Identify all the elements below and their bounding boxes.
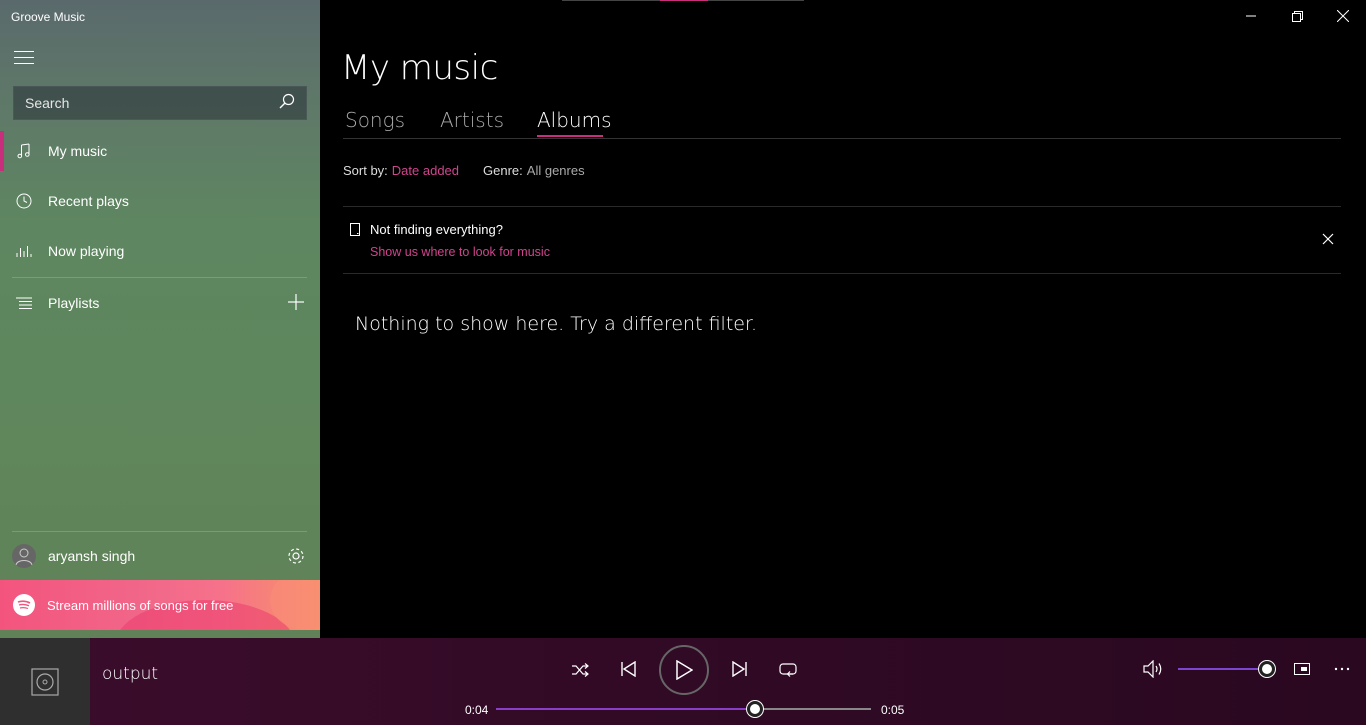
- time-elapsed: 0:04: [465, 703, 489, 717]
- sidebar-item-label: Recent plays: [48, 193, 129, 209]
- gear-icon[interactable]: [286, 546, 306, 566]
- volume-button[interactable]: [1141, 657, 1167, 681]
- spotify-icon: [13, 594, 35, 616]
- minimize-button[interactable]: [1228, 0, 1274, 32]
- close-icon: [1337, 10, 1349, 22]
- tab-artists[interactable]: Artists: [440, 108, 504, 132]
- device-icon: [350, 223, 360, 236]
- volume-thumb[interactable]: [1259, 661, 1275, 677]
- notice-title: Not finding everything?: [370, 222, 503, 237]
- sidebar-divider: [12, 277, 307, 278]
- sidebar-item-label: Playlists: [48, 295, 100, 311]
- sort-dropdown[interactable]: Date added: [392, 163, 459, 178]
- sidebar-item-label: Now playing: [48, 243, 125, 259]
- play-icon: [676, 660, 693, 680]
- previous-button[interactable]: [616, 657, 640, 681]
- shuffle-icon: [572, 663, 589, 677]
- equalizer-icon: [0, 244, 48, 258]
- more-options-button[interactable]: [1330, 658, 1354, 680]
- user-name: aryansh singh: [48, 548, 136, 564]
- avatar: [12, 544, 36, 568]
- page-title: My music: [341, 48, 498, 88]
- notice-divider: [343, 273, 1341, 274]
- repeat-button[interactable]: [776, 657, 800, 681]
- search-input[interactable]: [25, 95, 279, 111]
- tab-songs[interactable]: Songs: [345, 108, 405, 132]
- music-note-icon: [0, 143, 48, 159]
- close-window-button[interactable]: [1320, 0, 1366, 32]
- app-title: Groove Music: [11, 10, 86, 24]
- album-art-placeholder[interactable]: [0, 638, 90, 725]
- more-icon: [1334, 667, 1350, 671]
- sidebar-item-recent-plays[interactable]: Recent plays: [0, 177, 320, 225]
- speaker-icon: [1143, 660, 1162, 678]
- mini-player-icon: [1294, 663, 1310, 675]
- next-button[interactable]: [728, 657, 752, 681]
- repeat-icon: [779, 663, 797, 677]
- track-title[interactable]: output: [102, 664, 158, 684]
- notice-divider: [343, 206, 1341, 207]
- minimize-icon: [1246, 15, 1256, 17]
- volume-slider[interactable]: [1178, 661, 1275, 677]
- spotify-promo-label: Stream millions of songs for free: [47, 597, 234, 613]
- notice-link[interactable]: Show us where to look for music: [370, 245, 550, 259]
- play-button[interactable]: [659, 645, 709, 695]
- album-icon: [31, 667, 59, 696]
- sidebar-item-now-playing[interactable]: Now playing: [0, 227, 320, 275]
- close-notice-icon[interactable]: [1320, 231, 1336, 247]
- empty-state-message: Nothing to show here. Try a different fi…: [355, 313, 758, 335]
- sidebar: Groove Music My music Recent plays Now p…: [0, 0, 320, 638]
- genre-dropdown[interactable]: All genres: [527, 163, 585, 178]
- tabs-divider: [343, 138, 1341, 139]
- next-icon: [732, 661, 747, 677]
- user-account[interactable]: aryansh singh: [0, 532, 320, 580]
- tab-active-indicator: [537, 135, 603, 137]
- sidebar-item-label: My music: [48, 143, 108, 159]
- volume-fill: [1178, 668, 1267, 670]
- sidebar-item-my-music[interactable]: My music: [0, 127, 320, 175]
- spotify-promo-banner[interactable]: Stream millions of songs for free: [0, 580, 320, 630]
- clock-icon: [0, 193, 48, 209]
- mini-player-button[interactable]: [1290, 658, 1314, 680]
- loading-indicator-accent: [660, 0, 708, 1]
- hamburger-menu-icon[interactable]: [14, 51, 34, 65]
- tab-albums[interactable]: Albums: [537, 108, 612, 132]
- player-bar: output 0:04 0:05: [0, 638, 1366, 725]
- seek-slider[interactable]: [496, 701, 871, 717]
- shuffle-button[interactable]: [568, 658, 592, 682]
- seek-fill: [496, 708, 755, 710]
- seek-thumb[interactable]: [746, 701, 763, 717]
- restore-icon: [1291, 10, 1303, 22]
- search-box[interactable]: [13, 86, 307, 120]
- sidebar-item-playlists[interactable]: Playlists: [0, 279, 320, 327]
- genre-label: Genre:: [483, 163, 523, 178]
- filter-row: Sort by: Date added Genre: All genres: [343, 163, 585, 178]
- sort-label: Sort by:: [343, 163, 388, 178]
- time-total: 0:05: [881, 703, 905, 717]
- add-playlist-plus-icon[interactable]: [286, 292, 306, 312]
- previous-icon: [621, 661, 636, 677]
- restore-button[interactable]: [1274, 0, 1320, 32]
- playlist-icon: [0, 297, 48, 309]
- search-icon[interactable]: [279, 93, 295, 114]
